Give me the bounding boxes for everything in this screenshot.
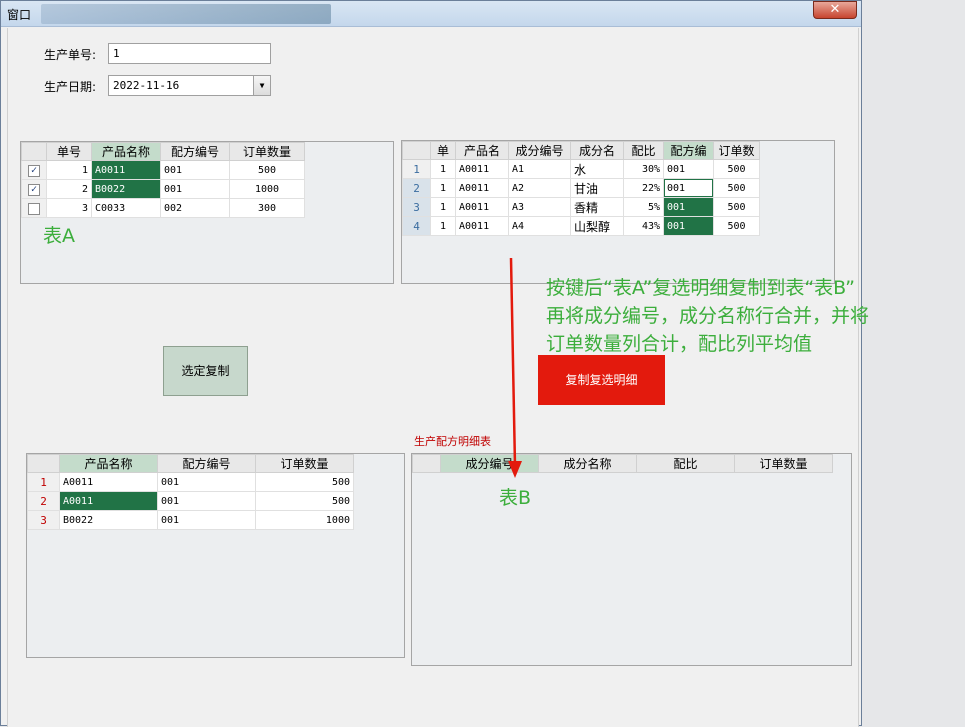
col-header[interactable]: 配方编号 bbox=[160, 142, 230, 161]
copied-rows-grid: 产品名称 配方编号 订单数量 1 A0011 001 500 2 A0011 0… bbox=[27, 454, 354, 530]
title-tabs-blurred bbox=[41, 4, 331, 24]
col-header[interactable]: 配方编 bbox=[663, 141, 714, 160]
table-b: 成分编号 成分名称 配比 订单数量 bbox=[412, 454, 833, 473]
row-header-corner bbox=[402, 141, 431, 160]
row-checkbox[interactable] bbox=[28, 202, 40, 215]
col-header[interactable]: 配比 bbox=[636, 454, 735, 473]
col-header[interactable]: 产品名称 bbox=[59, 454, 158, 473]
annotation-note: 按键后“表A”复选明细复制到表“表B” 再将成分编号，成分名称行合并，并将 订单… bbox=[546, 277, 870, 355]
row-checkbox[interactable]: ✓ bbox=[28, 164, 40, 177]
table-a-label: 表A bbox=[43, 225, 75, 247]
table-a-panel: 单号 产品名称 配方编号 订单数量 ✓ 1 A0011 001 500 ✓ 2 … bbox=[20, 141, 394, 284]
active-cell[interactable]: 001 bbox=[663, 178, 714, 198]
order-no-input[interactable]: 1 bbox=[108, 43, 271, 64]
formula-detail-panel: 单 产品名 成分编号 成分名 配比 配方编 订单数 1 1 A0011 A1 水… bbox=[401, 140, 835, 284]
table-row[interactable]: 3 C0033 002 300 bbox=[21, 198, 305, 218]
copied-rows-panel: 产品名称 配方编号 订单数量 1 A0011 001 500 2 A0011 0… bbox=[26, 453, 405, 658]
formula-detail-grid: 单 产品名 成分编号 成分名 配比 配方编 订单数 1 1 A0011 A1 水… bbox=[402, 141, 760, 236]
col-header[interactable]: 单 bbox=[430, 141, 456, 160]
main-window: 窗口 ✕ 生产单号: 1 生产日期: 2022-11-16 ▼ 单号 产品名称 … bbox=[0, 0, 870, 727]
window-title: 窗口 bbox=[7, 8, 32, 22]
col-header[interactable]: 订单数 bbox=[713, 141, 760, 160]
table-row[interactable]: 1 A0011 001 500 bbox=[27, 472, 354, 492]
col-header[interactable]: 产品名称 bbox=[91, 142, 161, 161]
dropdown-arrow-icon[interactable]: ▼ bbox=[253, 76, 270, 95]
table-b-panel: 成分编号 成分名称 配比 订单数量 表B bbox=[411, 453, 852, 666]
col-header[interactable]: 成分编号 bbox=[508, 141, 571, 160]
row-header-corner bbox=[412, 454, 441, 473]
col-header[interactable]: 成分名称 bbox=[538, 454, 637, 473]
title-bar[interactable]: 窗口 bbox=[1, 1, 861, 27]
col-header[interactable]: 配方编号 bbox=[157, 454, 256, 473]
copy-checked-detail-button[interactable]: 复制复选明细 bbox=[538, 355, 665, 405]
table-row[interactable]: ✓ 2 B0022 001 1000 bbox=[21, 179, 305, 199]
col-header[interactable]: 成分名 bbox=[570, 141, 624, 160]
order-no-label: 生产单号: bbox=[44, 48, 97, 62]
row-checkbox[interactable]: ✓ bbox=[28, 183, 40, 196]
form-client-area: 生产单号: 1 生产日期: 2022-11-16 ▼ 单号 产品名称 配方编号 … bbox=[7, 28, 870, 727]
row-header-corner bbox=[27, 454, 60, 473]
col-header[interactable]: 产品名 bbox=[455, 141, 509, 160]
table-row[interactable]: 4 1 A0011 A4 山梨醇 43% 001 500 bbox=[402, 216, 760, 236]
table-row[interactable]: 2 1 A0011 A2 甘油 22% 001 500 bbox=[402, 178, 760, 198]
date-picker[interactable]: 2022-11-16 ▼ bbox=[108, 75, 271, 96]
col-header[interactable]: 订单数量 bbox=[255, 454, 354, 473]
table-row[interactable]: 3 1 A0011 A3 香精 5% 001 500 bbox=[402, 197, 760, 217]
close-button[interactable]: ✕ bbox=[813, 1, 857, 19]
table-a: 单号 产品名称 配方编号 订单数量 ✓ 1 A0011 001 500 ✓ 2 … bbox=[21, 142, 305, 218]
col-header[interactable]: 订单数量 bbox=[734, 454, 833, 473]
date-label: 生产日期: bbox=[44, 80, 97, 94]
date-value: 2022-11-16 bbox=[113, 79, 180, 92]
col-header[interactable]: 成分编号 bbox=[440, 454, 539, 473]
table-row[interactable]: 3 B0022 001 1000 bbox=[27, 510, 354, 530]
row-header-corner bbox=[21, 142, 47, 161]
table-b-label: 表B bbox=[499, 487, 532, 509]
col-header[interactable]: 配比 bbox=[623, 141, 664, 160]
col-header[interactable]: 单号 bbox=[46, 142, 92, 161]
table-b-caption: 生产配方明细表 bbox=[414, 435, 491, 448]
table-row[interactable]: 1 1 A0011 A1 水 30% 001 500 bbox=[402, 159, 760, 179]
table-row[interactable]: 2 A0011 001 500 bbox=[27, 491, 354, 511]
col-header[interactable]: 订单数量 bbox=[229, 142, 305, 161]
table-row[interactable]: ✓ 1 A0011 001 500 bbox=[21, 160, 305, 180]
copy-selected-button[interactable]: 选定复制 bbox=[163, 346, 248, 396]
red-arrow-icon bbox=[508, 257, 522, 478]
